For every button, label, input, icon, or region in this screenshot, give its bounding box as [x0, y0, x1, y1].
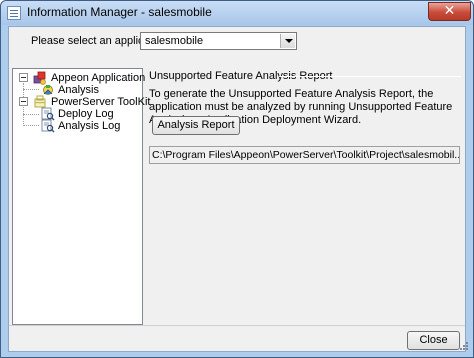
client-area: Please select an application: salesmobil…	[8, 26, 466, 352]
group-divider	[279, 76, 461, 77]
window: Information Manager - salesmobile ✕ Plea…	[0, 0, 474, 358]
log-icon	[41, 119, 55, 133]
app-window-icon	[7, 6, 21, 20]
close-button-label: Close	[419, 334, 448, 346]
window-close-button[interactable]: ✕	[428, 2, 471, 21]
analysis-report-button-label: Analysis Report	[157, 119, 235, 131]
chevron-down-icon[interactable]	[280, 34, 295, 48]
close-button[interactable]: Close	[407, 331, 460, 350]
report-path-field[interactable]: C:\Program Files\Appeon\PowerServer\Tool…	[149, 146, 460, 164]
collapse-icon[interactable]	[19, 97, 28, 106]
title-bar[interactable]: Information Manager - salesmobile ✕	[1, 1, 473, 25]
window-title: Information Manager - salesmobile	[27, 5, 212, 19]
resize-grip-icon[interactable]	[459, 341, 469, 351]
report-path-text: C:\Program Files\Appeon\PowerServer\Tool…	[152, 149, 460, 161]
footer-separator	[9, 325, 465, 326]
analysis-report-button[interactable]: Analysis Report	[152, 116, 240, 135]
navigation-tree[interactable]: Appeon Application Analysis PowerServer …	[12, 68, 150, 325]
tree-item-label: Analysis Log	[58, 120, 121, 132]
application-select-value: salesmobile	[145, 35, 204, 47]
tree-item-analysis-log[interactable]: Analysis Log	[13, 119, 141, 133]
collapse-icon[interactable]	[19, 73, 28, 82]
application-select[interactable]: salesmobile	[140, 32, 297, 50]
